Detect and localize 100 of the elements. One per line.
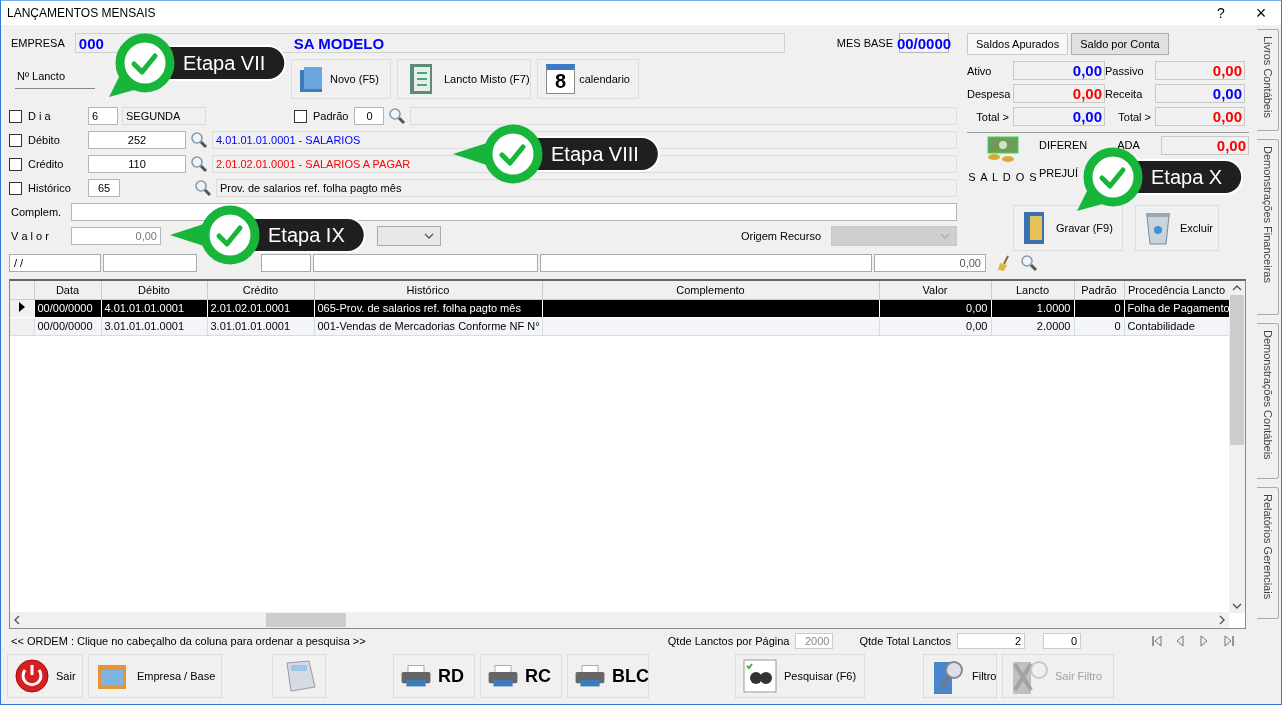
column-header[interactable]: Valor xyxy=(879,281,991,299)
column-header[interactable]: Complemento xyxy=(542,281,879,299)
standard-field[interactable]: 0 xyxy=(354,107,385,125)
toolbar-button[interactable]: Filtro xyxy=(923,654,997,698)
balance-value: 0,00 xyxy=(1013,61,1105,80)
checkbox[interactable] xyxy=(294,109,307,123)
account-field[interactable]: 252 xyxy=(88,131,186,149)
balance-value: 0,00 xyxy=(1155,61,1245,80)
toolbar-button[interactable]: RC xyxy=(480,654,562,698)
window-title: LANÇAMENTOS MENSAIS xyxy=(7,6,157,20)
field-label: Débito xyxy=(27,134,61,146)
toolbar-button[interactable]: BLC xyxy=(567,654,649,698)
search-icon xyxy=(388,107,407,125)
balance-label: Despesa xyxy=(967,87,1012,100)
filter-field[interactable]: / / xyxy=(9,254,101,272)
table-cell: 0,00 xyxy=(966,302,988,314)
table-cell: 1.0000 xyxy=(1036,302,1071,314)
side-tab[interactable]: Livros Contábeis xyxy=(1257,29,1279,131)
column-header[interactable]: Data xyxy=(34,281,101,299)
calculator-button[interactable] xyxy=(272,654,326,698)
toolbar-button[interactable]: RD xyxy=(393,654,475,698)
column-header[interactable]: Crédito xyxy=(207,281,314,299)
side-tab[interactable]: Relatórios Gerenciais xyxy=(1257,487,1279,619)
filter-field[interactable] xyxy=(103,254,197,272)
table-row[interactable]: 00/00/0000 4.01.01.01.0001 2.01.02.01.0001 065-Prov. de salarios ref. folha pagto mês 0,00 1.0000 0 Folha de Pagamento xyxy=(10,299,1229,317)
column-header[interactable]: Lancto xyxy=(991,281,1074,299)
toolbar-button[interactable]: Pesquisar (F6) xyxy=(735,654,865,698)
column-header[interactable]: Histórico xyxy=(314,281,542,299)
account-field[interactable]: 65 xyxy=(88,179,120,197)
table-cell: 0 xyxy=(1114,302,1121,314)
table-cell: Contabilidade xyxy=(1127,320,1195,332)
value-field[interactable]: 0,00 xyxy=(71,227,161,245)
field-label: V a l o r xyxy=(10,230,50,242)
field-label: Padrão xyxy=(312,110,350,122)
day-field[interactable]: 6 xyxy=(88,107,118,125)
checkbox[interactable] xyxy=(9,109,22,123)
close-button[interactable]: × xyxy=(1241,2,1281,24)
difference-value: 0,00 xyxy=(1161,135,1249,155)
callout-pin xyxy=(1077,147,1143,211)
hint-text: << ORDEM : Clique no cabeçalho da coluna para ordenar a pesquisa >> xyxy=(10,635,366,647)
table-cell: 2.01.02.01.0001 xyxy=(210,302,291,314)
search-icon xyxy=(194,179,212,197)
action-button[interactable]: Gravar (F9) xyxy=(1013,205,1123,251)
action-button[interactable]: Excluir xyxy=(1135,205,1219,251)
complement-field[interactable] xyxy=(71,203,957,221)
tab[interactable]: Saldo por Conta xyxy=(1071,33,1169,55)
table-cell: 3.01.01.01.0001 xyxy=(104,320,185,332)
column-header[interactable]: Padrão xyxy=(1074,281,1124,299)
filter-field[interactable] xyxy=(540,254,872,272)
company-name: SA MODELO xyxy=(293,34,385,52)
last-page-icon[interactable] xyxy=(1223,635,1235,647)
help-button[interactable]: ? xyxy=(1201,5,1241,21)
checkbox[interactable] xyxy=(9,181,22,195)
scrollbar-thumb[interactable] xyxy=(266,613,346,627)
checkbox[interactable] xyxy=(9,133,22,147)
account-field[interactable]: 110 xyxy=(88,155,186,173)
column-header[interactable]: Débito xyxy=(101,281,207,299)
table-cell: Folha de Pagamento xyxy=(1127,302,1229,314)
filter-field[interactable] xyxy=(261,254,311,272)
table-row[interactable]: 00/00/0000 3.01.01.01.0001 3.01.01.01.0001 001-Vendas de Mercadorias Conforme NF N° 0,00 2.0000 0 Contabilidade xyxy=(10,317,1229,335)
field-label: Nº Lancto xyxy=(16,69,67,82)
table-cell: 065-Prov. de salarios ref. folha pagto mês xyxy=(317,302,521,314)
caret-icon xyxy=(940,233,950,239)
folder-icon xyxy=(300,66,322,92)
field-label: Histórico xyxy=(27,182,72,194)
toolbar-button[interactable]: Sair xyxy=(7,654,83,698)
first-page-icon[interactable] xyxy=(1151,635,1163,647)
toolbar-button[interactable]: Lancto Misto (F7) xyxy=(397,59,531,99)
month-field[interactable]: 00/0000 xyxy=(899,33,949,53)
callout-pin xyxy=(109,33,175,97)
broom-icon xyxy=(996,254,1012,272)
table-cell: 001-Vendas de Mercadorias Conforme NF N° xyxy=(317,320,540,332)
toolbar-button[interactable]: Empresa / Base xyxy=(88,654,222,698)
side-tab[interactable]: Demonstrações Contábeis xyxy=(1257,323,1279,479)
column-header[interactable]: Procedência Lancto xyxy=(1124,281,1229,299)
printer-icon xyxy=(487,664,519,688)
checkbox[interactable] xyxy=(9,157,22,171)
field-label: MES BASE xyxy=(835,37,894,49)
field-label: Qtde Total Lanctos xyxy=(858,635,952,647)
horizontal-scrollbar[interactable] xyxy=(10,612,1229,628)
balance-value: 0,00 xyxy=(1155,84,1245,103)
field-label: Origem Recurso xyxy=(739,230,822,242)
tab[interactable]: Saldos Apurados xyxy=(967,33,1069,55)
field-label: Crédito xyxy=(27,158,65,170)
table-cell: 4.01.01.01.0001 xyxy=(104,302,185,314)
caption: S A L D O S xyxy=(968,171,1038,183)
toolbar-button[interactable]: 8 calendario xyxy=(537,59,639,99)
scrollbar-thumb[interactable] xyxy=(1230,295,1244,445)
side-tab[interactable]: Demonstrações Financeiras xyxy=(1257,139,1279,315)
page-field[interactable]: 0 xyxy=(1043,633,1081,649)
filter-field[interactable] xyxy=(313,254,538,272)
vertical-scrollbar[interactable] xyxy=(1229,281,1245,613)
balance-label: Total > xyxy=(975,110,1010,123)
toolbar-button[interactable]: Novo (F5) xyxy=(291,59,391,99)
dropdown[interactable] xyxy=(377,226,441,246)
filter-field[interactable]: 0,00 xyxy=(874,254,986,272)
table-cell: 0 xyxy=(1114,320,1121,332)
total-field: 2 xyxy=(957,633,1025,649)
previous-icon[interactable] xyxy=(1175,635,1187,647)
search-icon xyxy=(190,155,208,173)
